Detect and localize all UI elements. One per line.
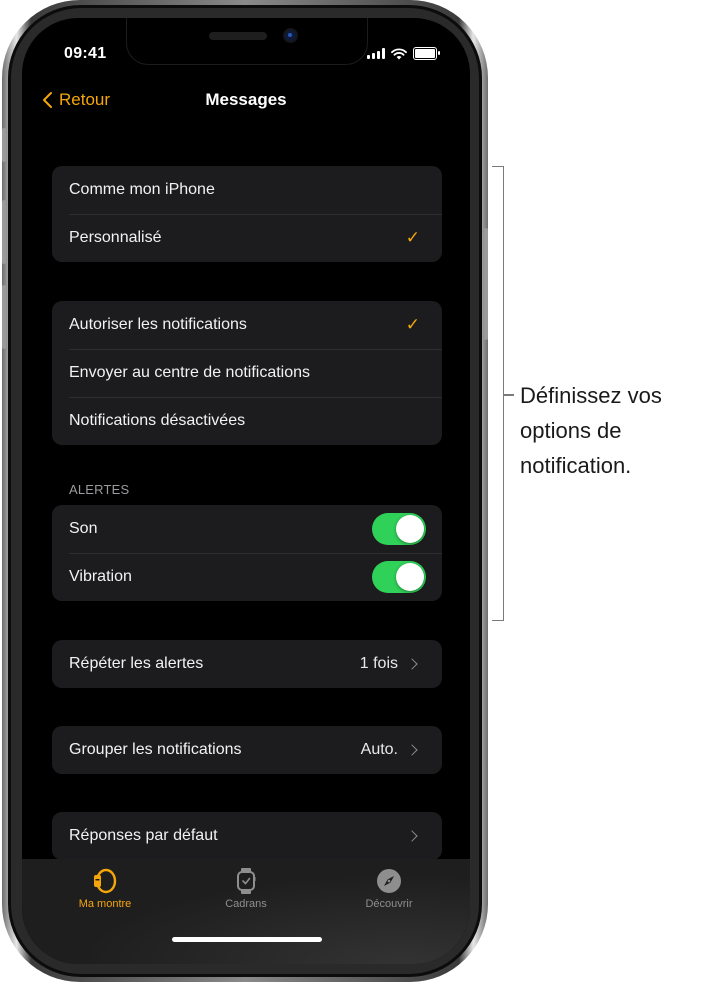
cellular-signal-icon: [367, 48, 385, 59]
volume-down-button: [2, 285, 6, 349]
tab-label: Cadrans: [225, 898, 267, 910]
callout-bracket: [492, 166, 504, 621]
tab-my-watch[interactable]: Ma montre: [50, 867, 160, 910]
status-icons: [367, 47, 440, 60]
notch: [126, 18, 368, 65]
volume-up-button: [2, 200, 6, 264]
front-camera: [285, 30, 296, 41]
option-notifications-off[interactable]: Notifications désactivées: [52, 397, 442, 445]
page-title: Messages: [205, 90, 287, 109]
mute-switch: [2, 128, 6, 162]
option-allow-notifications[interactable]: Autoriser les notifications ✓: [52, 301, 442, 349]
group-notifications-value: Auto.: [360, 741, 398, 758]
sound-label: Son: [69, 520, 98, 537]
tab-bar: Ma montre Cadrans Découvrir: [22, 859, 470, 964]
tab-faces[interactable]: Cadrans: [191, 867, 301, 910]
checkmark-icon: ✓: [405, 315, 420, 334]
option-label: Notifications désactivées: [69, 412, 246, 429]
option-send-to-notification-center[interactable]: Envoyer au centre de notifications: [52, 349, 442, 397]
option-label: Envoyer au centre de notifications: [69, 364, 311, 381]
callout-text: Définissez vos options de notification.: [520, 383, 662, 478]
screen: 09:41 Retour Messages Comme mon iPhone P…: [22, 18, 470, 964]
mirror-settings-group: Comme mon iPhone Personnalisé ✓: [52, 166, 442, 262]
notification-delivery-group: Autoriser les notifications ✓ Envoyer au…: [52, 301, 442, 445]
default-replies-group: Réponses par défaut: [52, 812, 442, 860]
repeat-alerts-value: 1 fois: [359, 655, 398, 672]
tab-discover[interactable]: Découvrir: [334, 867, 444, 910]
group-notifications-row[interactable]: Grouper les notifications Auto.: [52, 726, 442, 774]
group-notifications-group: Grouper les notifications Auto.: [52, 726, 442, 774]
repeat-alerts-group: Répéter les alertes 1 fois: [52, 640, 442, 688]
vibration-toggle[interactable]: [372, 561, 426, 593]
side-button: [484, 228, 488, 340]
phone-frame: 09:41 Retour Messages Comme mon iPhone P…: [2, 0, 488, 982]
alerts-section-header: ALERTES: [69, 482, 130, 497]
vibration-row: Vibration: [52, 553, 442, 601]
default-replies-row[interactable]: Réponses par défaut: [52, 812, 442, 860]
watch-icon: [94, 868, 117, 894]
home-indicator[interactable]: [172, 937, 322, 942]
speaker-grille: [209, 32, 267, 40]
default-replies-label: Réponses par défaut: [69, 827, 218, 844]
tab-label: Ma montre: [78, 898, 132, 910]
option-custom[interactable]: Personnalisé ✓: [52, 214, 442, 262]
battery-icon: [413, 47, 440, 60]
navigation-bar: Retour Messages: [22, 90, 470, 120]
checkmark-icon: ✓: [405, 228, 420, 247]
chevron-right-icon: [406, 744, 418, 756]
option-mirror-iphone[interactable]: Comme mon iPhone: [52, 166, 442, 214]
status-time: 09:41: [64, 45, 107, 62]
sound-row: Son: [52, 505, 442, 553]
chevron-right-icon: [406, 658, 418, 670]
group-notifications-label: Grouper les notifications: [69, 741, 242, 758]
wifi-icon: [391, 47, 407, 59]
callout-bracket-tick: [504, 394, 514, 396]
repeat-alerts-label: Répéter les alertes: [69, 655, 204, 672]
option-label: Autoriser les notifications: [69, 316, 247, 333]
option-label: Personnalisé: [69, 229, 162, 246]
repeat-alerts-row[interactable]: Répéter les alertes 1 fois: [52, 640, 442, 688]
tab-label: Découvrir: [365, 898, 413, 910]
chevron-right-icon: [406, 830, 418, 842]
vibration-label: Vibration: [69, 568, 132, 585]
option-label: Comme mon iPhone: [69, 181, 215, 198]
compass-icon: [377, 869, 401, 893]
sound-toggle[interactable]: [372, 513, 426, 545]
alerts-group: Son Vibration: [52, 505, 442, 601]
watch-face-icon: [237, 868, 256, 894]
